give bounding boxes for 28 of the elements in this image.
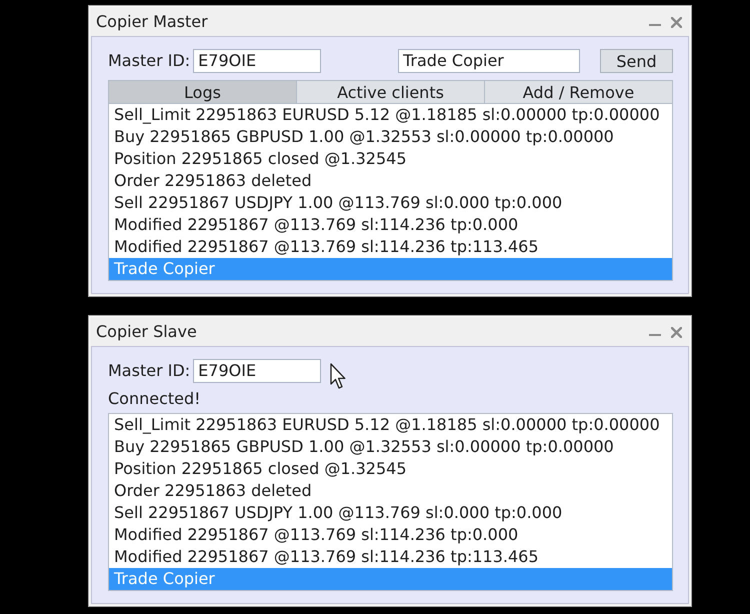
tab[interactable]: Add / Remove — [485, 80, 673, 103]
tab[interactable]: Logs — [108, 80, 297, 103]
window-title: Copier Master — [96, 12, 208, 32]
send-button[interactable]: Send — [600, 49, 673, 73]
master-id-label: Master ID: — [108, 361, 190, 381]
log-entry[interactable]: Sell_Limit 22951863 EURUSD 5.12 @1.18185 sl:0.00000 tp:0.00000 — [109, 104, 672, 126]
log-entry[interactable]: Modified 22951867 @113.769 sl:114.236 tp:113.465 — [109, 546, 672, 568]
log-entry[interactable]: Position 22951865 closed @1.32545 — [109, 458, 672, 480]
tab[interactable]: Active clients — [297, 80, 485, 103]
log-entry[interactable]: Modified 22951867 @113.769 sl:114.236 tp:0.000 — [109, 214, 672, 236]
master-id-field[interactable]: E79OIE — [193, 49, 322, 73]
close-icon[interactable] — [671, 326, 682, 338]
log-entry[interactable]: Order 22951863 deleted — [109, 480, 672, 502]
log-entry[interactable]: Sell 22951867 USDJPY 1.00 @113.769 sl:0.000 tp:0.000 — [109, 502, 672, 524]
master-id-field[interactable]: E79OIE — [193, 359, 322, 383]
log-entry[interactable]: Modified 22951867 @113.769 sl:114.236 tp:0.000 — [109, 524, 672, 546]
log-entry[interactable]: Order 22951863 deleted — [109, 170, 672, 192]
window-title: Copier Slave — [96, 322, 197, 342]
log-entry[interactable]: Sell_Limit 22951863 EURUSD 5.12 @1.18185 sl:0.00000 tp:0.00000 — [109, 414, 672, 436]
log-entry[interactable]: Buy 22951865 GBPUSD 1.00 @1.32553 sl:0.00000 tp:0.00000 — [109, 436, 672, 458]
status-text: Connected! — [108, 388, 201, 410]
log-entry[interactable]: Modified 22951867 @113.769 sl:114.236 tp:113.465 — [109, 236, 672, 258]
message-field[interactable]: Trade Copier — [398, 49, 580, 73]
log-entry[interactable]: Buy 22951865 GBPUSD 1.00 @1.32553 sl:0.00000 tp:0.00000 — [109, 126, 672, 148]
master-id-label: Master ID: — [108, 51, 190, 71]
log-entry[interactable]: Sell 22951867 USDJPY 1.00 @113.769 sl:0.000 tp:0.000 — [109, 192, 672, 214]
log-entry[interactable]: Position 22951865 closed @1.32545 — [109, 148, 672, 170]
close-icon[interactable] — [671, 16, 682, 28]
